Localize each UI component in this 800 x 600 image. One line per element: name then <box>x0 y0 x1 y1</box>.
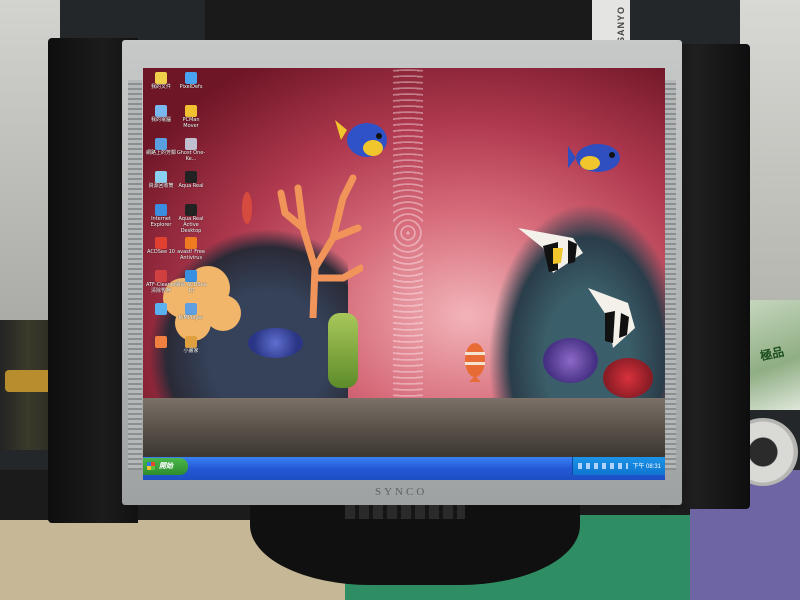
desktop-icon[interactable] <box>145 336 177 348</box>
aqua-real-icon <box>185 171 197 183</box>
desktop-icon[interactable]: avast! Free Antivirus <box>175 237 207 261</box>
bubble-stream <box>393 68 423 398</box>
app-icon <box>155 303 167 315</box>
desktop-icon[interactable]: K/MPlayer <box>175 303 207 321</box>
desktop-icon[interactable]: PCMan Mover <box>175 105 207 129</box>
paint-icon <box>185 336 197 348</box>
desktop-icon-label: 網路上的芳鄰 <box>145 150 176 156</box>
desktop-icon[interactable]: ATF-Cleaner 清除暫存 <box>145 270 177 294</box>
top-device: SANYO <box>205 0 630 44</box>
desktop-icon[interactable]: 小畫家 <box>175 336 207 354</box>
app-icon <box>185 72 197 84</box>
desktop-icon-label: ACDSee 10 <box>147 249 175 255</box>
desktop-icon-label: 資源回收筒 <box>148 183 174 189</box>
recycle-bin-icon <box>155 171 167 183</box>
desktop-icon[interactable]: Aqua Real <box>175 171 207 189</box>
start-button[interactable]: 開始 <box>143 458 188 475</box>
bezel-grille-left <box>128 80 142 470</box>
red-anemone <box>603 358 653 398</box>
desktop-icon[interactable] <box>145 303 177 315</box>
gravel-floor <box>143 398 665 458</box>
desktop-icon[interactable]: Ghost One-Ke... <box>175 138 207 162</box>
small-red-fish <box>242 192 252 224</box>
orange-coral <box>277 174 363 318</box>
desktop-icon[interactable]: ACDSee 10 <box>145 237 177 255</box>
striped-fish <box>465 343 485 382</box>
player-icon <box>185 303 197 315</box>
ghost-icon <box>185 138 197 150</box>
windows-logo-icon <box>147 462 155 470</box>
desktop-icon[interactable]: 網路上的芳鄰 <box>145 138 177 156</box>
pcman-icon <box>185 105 197 117</box>
desktop-icon-label: Ghost One-Ke... <box>176 150 206 162</box>
start-label: 開始 <box>159 463 173 470</box>
desktop-icon-label: Aqua Real Active Desktop <box>178 216 204 234</box>
desktop-icon-label: ATF-Cleaner 清除暫存 <box>145 282 177 294</box>
desktop-icon[interactable]: 我的文件 <box>145 72 177 90</box>
desktop-icon[interactable]: 我的電腦 <box>145 105 177 123</box>
desktop-icon-label: PCMan Mover <box>182 117 200 129</box>
system-tray: 下午 08:31 <box>572 457 665 475</box>
desktop-icon[interactable]: Internet Explorer <box>145 204 177 228</box>
desktop-icon[interactable]: PixelDefs <box>175 72 207 90</box>
desktop-icon-label: 我的文件 <box>150 84 171 90</box>
desktop-icon-label: 小畫家 <box>183 348 199 354</box>
device-brand: SANYO <box>616 6 626 44</box>
aqua-real-icon <box>185 204 197 216</box>
tray-icons[interactable] <box>578 463 628 469</box>
moorish-idol-fish-2 <box>588 288 635 348</box>
desktop-icon-label: PixelDefs <box>179 84 203 90</box>
desktop-screen: 我的文件 PixelDefs 我的電腦 PCMan Mover 網路上的芳鄰 Ghost … <box>143 68 665 480</box>
taskbar: 開始 下午 08:31 <box>143 457 665 480</box>
blue-fish-right <box>568 144 620 172</box>
desktop-icon-label: avast! Free Antivirus <box>177 249 205 261</box>
moorish-idol-fish <box>518 228 583 273</box>
cleaner-icon <box>155 270 167 282</box>
desktop-icon-label: Internet Explorer <box>150 216 172 228</box>
desktop-icon-label: K/MPlayer <box>178 315 204 321</box>
internet-explorer-icon <box>155 204 167 216</box>
acdsee-icon <box>155 237 167 249</box>
network-icon <box>155 138 167 150</box>
desktop-icon[interactable]: 資源回收筒 <box>145 171 177 189</box>
desktop-icon[interactable]: 購買 ACDSee 10 <box>175 270 207 294</box>
documents-icon <box>155 72 167 84</box>
monitor-brand: SYNCO <box>375 486 428 498</box>
fish-icon <box>155 336 167 348</box>
computer-icon <box>155 105 167 117</box>
desktop-icon-label: Aqua Real <box>178 183 204 189</box>
avast-icon <box>185 237 197 249</box>
monitor-buttons[interactable] <box>345 505 465 519</box>
green-coral <box>328 313 358 388</box>
desktop-icon[interactable]: Aqua Real Active Desktop <box>175 204 207 234</box>
desktop-icon-label: 我的電腦 <box>150 117 171 123</box>
blue-anemone <box>248 328 303 358</box>
desktop-icon-label: 購買 ACDSee 10 <box>175 282 207 294</box>
blue-tang-fish <box>335 120 387 157</box>
clock: 下午 08:31 <box>632 464 661 470</box>
acdsee-icon <box>185 270 197 282</box>
